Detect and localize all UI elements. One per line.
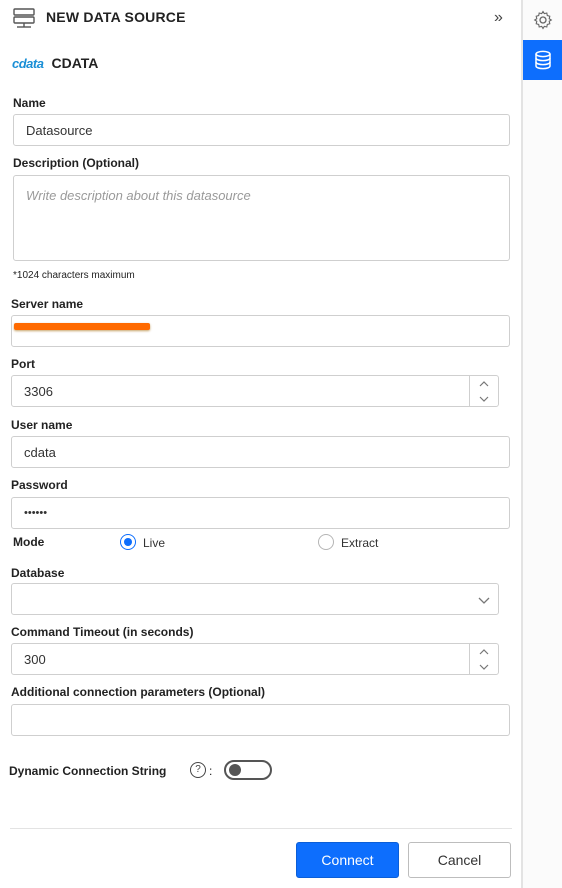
toggle-knob: [229, 764, 241, 776]
additional-params-label: Additional connection parameters (Option…: [11, 685, 266, 699]
server-name-input[interactable]: [11, 315, 510, 347]
cancel-button[interactable]: Cancel: [408, 842, 511, 878]
timeout-value: 300: [24, 651, 46, 667]
mode-live-label[interactable]: Live: [143, 536, 165, 550]
help-icon[interactable]: ?: [190, 762, 206, 778]
server-name-label: Server name: [11, 297, 84, 311]
mode-extract-radio[interactable]: [318, 534, 334, 550]
dynamic-connection-label: Dynamic Connection String: [9, 764, 167, 778]
timeout-spinner: [469, 644, 498, 674]
data-source-icon: [13, 8, 35, 28]
user-name-label: User name: [11, 418, 73, 432]
additional-params-input[interactable]: [11, 704, 510, 736]
panel-header: NEW DATA SOURCE »: [0, 0, 522, 36]
connector-brand: cdata CDATA: [12, 54, 98, 72]
chevron-down-icon: [478, 597, 490, 604]
gear-icon: [533, 10, 553, 30]
dynamic-connection-toggle[interactable]: [224, 760, 272, 780]
database-icon: [535, 50, 551, 70]
connect-button[interactable]: Connect: [296, 842, 399, 878]
footer-divider: [10, 828, 512, 829]
name-label: Name: [13, 96, 46, 110]
data-source-panel: NEW DATA SOURCE » cdata CDATA Name Datas…: [0, 0, 522, 888]
timeout-input[interactable]: 300: [11, 643, 499, 675]
mode-extract-label[interactable]: Extract: [341, 536, 378, 550]
description-label: Description (Optional): [13, 156, 139, 170]
collapse-panel-icon[interactable]: »: [494, 9, 503, 27]
mode-live-radio[interactable]: [120, 534, 136, 550]
description-textarea[interactable]: Write description about this datasource: [13, 175, 510, 261]
password-value: ••••••: [24, 507, 48, 519]
database-label: Database: [11, 566, 65, 580]
timeout-label: Command Timeout (in seconds): [11, 625, 194, 639]
connector-name: CDATA: [51, 55, 99, 71]
name-input[interactable]: Datasource: [13, 114, 510, 146]
password-label: Password: [11, 478, 68, 492]
port-spinner: [469, 376, 498, 406]
description-hint: *1024 characters maximum: [13, 270, 135, 281]
dynamic-connection-colon: :: [209, 764, 213, 778]
name-value: Datasource: [26, 122, 93, 138]
settings-button[interactable]: [523, 0, 562, 40]
redaction-mark: [14, 323, 150, 330]
description-placeholder: Write description about this datasource: [26, 188, 251, 203]
password-input[interactable]: ••••••: [11, 497, 510, 529]
decrement-icon[interactable]: [470, 659, 499, 674]
cdata-logo: cdata: [12, 55, 44, 71]
increment-icon[interactable]: [470, 376, 499, 391]
user-name-value: cdata: [24, 444, 56, 460]
user-name-input[interactable]: cdata: [11, 436, 510, 468]
port-input[interactable]: 3306: [11, 375, 499, 407]
decrement-icon[interactable]: [470, 391, 499, 406]
mode-label: Mode: [13, 535, 45, 549]
database-select[interactable]: [11, 583, 499, 615]
right-toolbar: [522, 0, 562, 888]
port-value: 3306: [24, 383, 53, 399]
port-label: Port: [11, 357, 35, 371]
increment-icon[interactable]: [470, 644, 499, 659]
panel-title: NEW DATA SOURCE: [46, 9, 186, 25]
data-source-button[interactable]: [523, 40, 562, 80]
